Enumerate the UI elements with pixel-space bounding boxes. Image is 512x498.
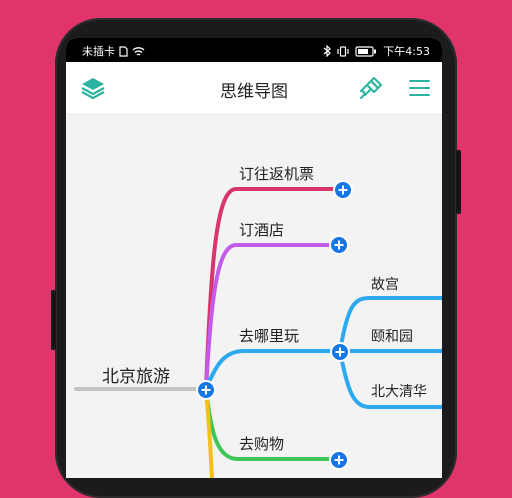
power-button bbox=[456, 150, 461, 214]
brush-icon[interactable] bbox=[357, 74, 385, 102]
battery-icon bbox=[355, 45, 377, 57]
child-node-1[interactable]: 故宫 bbox=[371, 274, 399, 294]
sim-icon bbox=[119, 45, 128, 57]
phone-screen: 未插卡 下午4:53 思维导图 北京旅游 订往返机票 订酒店 去哪里玩 去购物 … bbox=[66, 38, 442, 478]
branch-line-5 bbox=[204, 388, 214, 478]
volume-button bbox=[51, 290, 56, 350]
branch-node-1[interactable]: 订往返机票 bbox=[239, 163, 314, 184]
branch-node-3[interactable]: 去哪里玩 bbox=[239, 325, 299, 346]
menu-icon[interactable] bbox=[405, 74, 433, 102]
wifi-icon bbox=[132, 46, 145, 56]
expand-button-branch-3[interactable] bbox=[330, 342, 350, 362]
expand-button-root[interactable] bbox=[196, 380, 216, 400]
branch-node-4[interactable]: 去购物 bbox=[239, 433, 284, 454]
branch-node-2[interactable]: 订酒店 bbox=[239, 219, 284, 240]
expand-button-branch-1[interactable] bbox=[333, 180, 353, 200]
status-bar: 未插卡 下午4:53 bbox=[66, 38, 442, 62]
app-bar: 思维导图 bbox=[66, 62, 442, 115]
child-node-2[interactable]: 颐和园 bbox=[371, 326, 413, 346]
bluetooth-icon bbox=[323, 45, 332, 57]
clock-text: 下午4:53 bbox=[383, 45, 430, 58]
expand-button-branch-2[interactable] bbox=[329, 235, 349, 255]
page-title: 思维导图 bbox=[220, 82, 288, 102]
vibrate-icon bbox=[337, 45, 349, 57]
branch-line-2 bbox=[204, 243, 345, 391]
child-node-3[interactable]: 北大清华 bbox=[371, 381, 427, 401]
carrier-text: 未插卡 bbox=[82, 45, 115, 58]
branch-line-3 bbox=[204, 349, 342, 391]
expand-button-branch-4[interactable] bbox=[329, 450, 349, 470]
mindmap-canvas[interactable]: 北京旅游 订往返机票 订酒店 去哪里玩 去购物 故宫 颐和园 北大清华 bbox=[66, 115, 442, 478]
root-node[interactable]: 北京旅游 bbox=[102, 362, 170, 387]
